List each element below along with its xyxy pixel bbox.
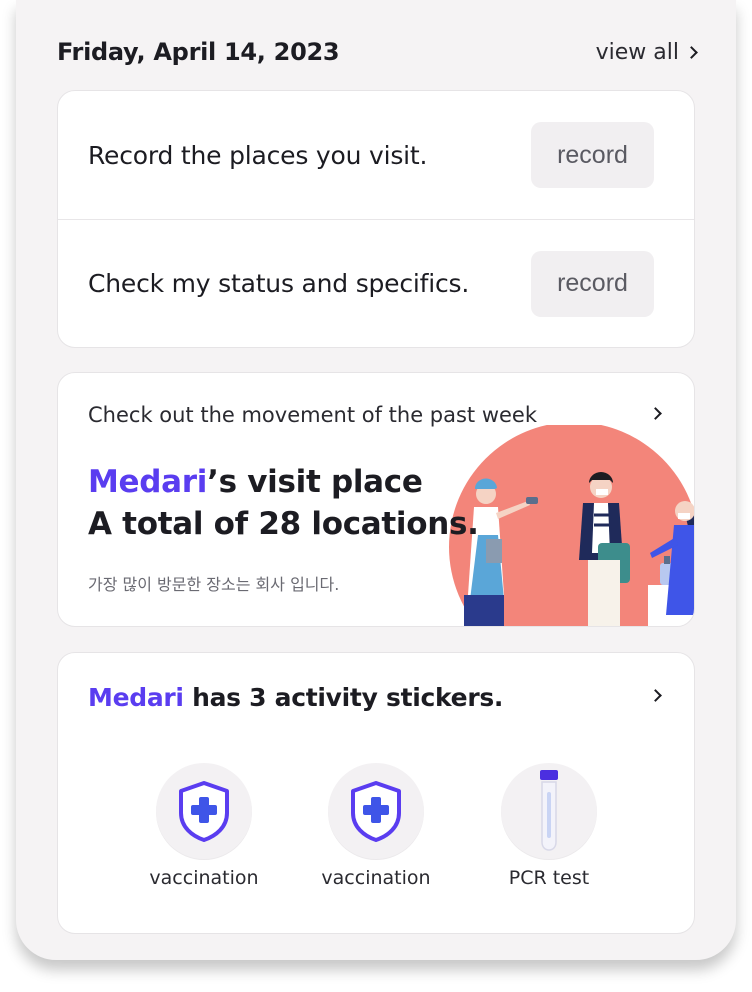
date-title: Friday, April 14, 2023 xyxy=(57,38,340,66)
sticker-title: Medari has 3 activity stickers. xyxy=(88,683,503,712)
shield-plus-icon xyxy=(179,781,229,842)
shield-plus-icon xyxy=(351,781,401,842)
user-name: Medari xyxy=(88,464,208,500)
chevron-right-icon xyxy=(685,46,698,59)
chevron-right-icon[interactable] xyxy=(649,407,662,420)
title-line1-rest: ’s visit place xyxy=(207,464,423,500)
record-card: Record the places you visit. record Chec… xyxy=(57,90,695,348)
movement-subtitle: Check out the movement of the past week xyxy=(88,403,538,427)
locations-total: A total of 28 locations. xyxy=(88,506,479,542)
record-row-text: Check my status and specifics. xyxy=(88,269,470,298)
sticker-title-rest: has 3 activity stickers. xyxy=(183,683,504,712)
movement-card[interactable]: Check out the movement of the past week … xyxy=(57,372,695,627)
sticker-label: vaccination xyxy=(149,867,259,889)
sticker-item[interactable]: vaccination xyxy=(134,763,274,889)
user-name: Medari xyxy=(88,683,184,712)
view-all-label: view all xyxy=(595,40,679,65)
record-places-button[interactable]: record xyxy=(531,122,654,188)
record-row-status: Check my status and specifics. record xyxy=(58,219,694,347)
sticker-item[interactable]: PCR test xyxy=(479,763,619,889)
sticker-item[interactable]: vaccination xyxy=(306,763,446,889)
sticker-label: PCR test xyxy=(508,867,590,889)
view-all-link[interactable]: view all xyxy=(595,40,698,65)
sticker-card[interactable]: Medari has 3 activity stickers. vaccinat… xyxy=(57,652,695,934)
chevron-right-icon[interactable] xyxy=(649,689,662,702)
sticker-bubble xyxy=(328,763,424,859)
test-tube-icon xyxy=(540,770,558,851)
sticker-bubble xyxy=(501,763,597,859)
movement-title: Medari’s visit place A total of 28 locat… xyxy=(88,461,479,545)
record-status-button[interactable]: record xyxy=(531,250,654,317)
sticker-label: vaccination xyxy=(321,867,431,889)
record-row-places: Record the places you visit. record xyxy=(58,91,694,219)
most-visited-note: 가장 많이 방문한 장소는 회사 입니다. xyxy=(88,575,340,594)
sticker-bubble xyxy=(156,763,252,859)
record-row-text: Record the places you visit. xyxy=(88,140,428,170)
